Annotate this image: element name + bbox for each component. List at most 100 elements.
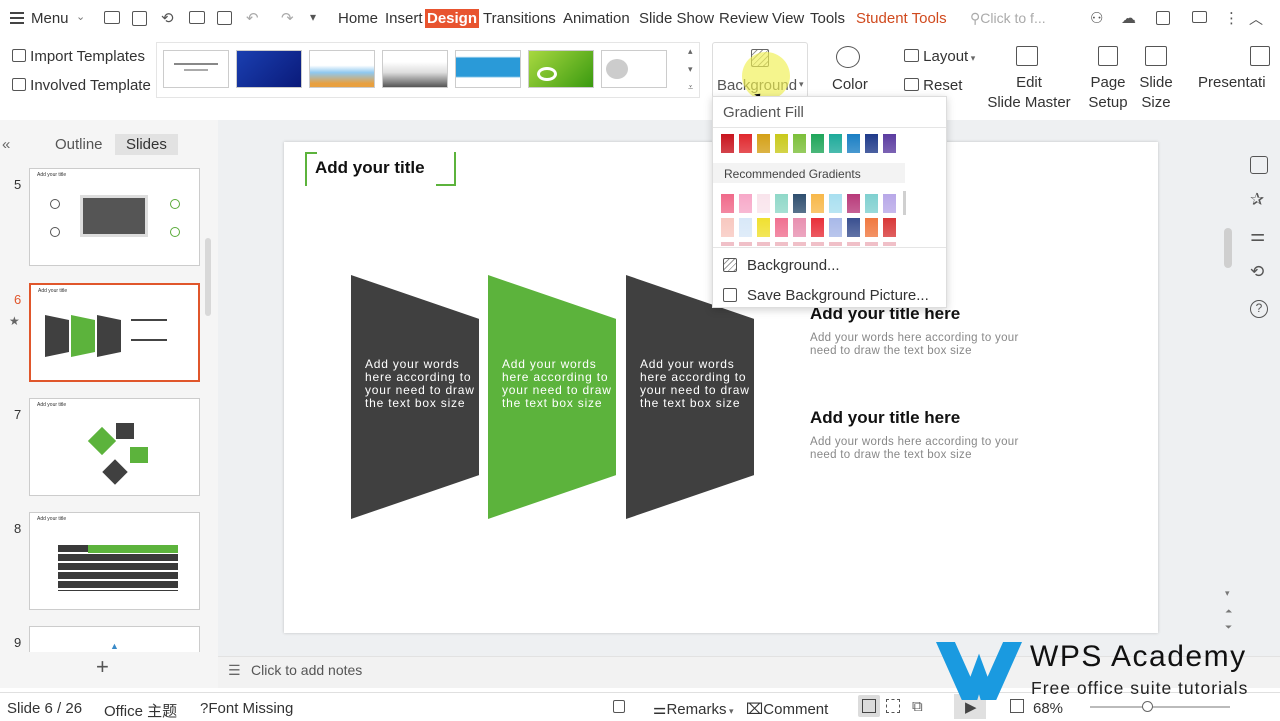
open-folder-icon[interactable] — [104, 11, 120, 24]
color-swatch[interactable] — [847, 218, 860, 237]
share-user-icon[interactable]: ⚇ — [1090, 9, 1103, 27]
slide-thumbnail-9[interactable]: ▲ — [29, 626, 200, 652]
tab-outline[interactable]: Outline — [55, 136, 103, 153]
collapse-panel-icon[interactable]: « — [2, 136, 10, 153]
magic-icon[interactable]: ✰ — [1250, 190, 1264, 210]
presentation-tools-button[interactable]: Presentati — [1196, 44, 1280, 116]
history-icon[interactable]: ⟲ — [1250, 262, 1264, 282]
more-icon[interactable]: ⋮ — [1224, 9, 1239, 27]
color-swatch[interactable] — [757, 218, 770, 237]
gallery-more-icon[interactable]: ⩡ — [688, 82, 693, 93]
gradient-scrollbar[interactable] — [903, 191, 906, 215]
print-preview-icon[interactable] — [217, 11, 232, 25]
slide-thumbnail-8[interactable]: Add your title — [29, 512, 200, 610]
slide-sorter-icon[interactable] — [886, 699, 900, 713]
slide-title[interactable]: Add your title — [315, 158, 425, 178]
color-swatch[interactable] — [865, 194, 878, 213]
color-swatch[interactable] — [883, 134, 896, 153]
color-swatch[interactable] — [721, 194, 734, 213]
color-swatch[interactable] — [721, 134, 734, 153]
comment-icon[interactable] — [1192, 11, 1207, 23]
color-swatch[interactable] — [847, 194, 860, 213]
redo-icon[interactable]: ↷ — [281, 9, 294, 27]
item-2-text[interactable]: Add your words here according to your ne… — [810, 436, 1020, 462]
scroll-down-icon[interactable]: ▾ — [1225, 588, 1230, 599]
fit-window-icon[interactable] — [1010, 699, 1024, 713]
color-swatch[interactable] — [883, 194, 896, 213]
chevron-down-icon[interactable]: ⌄ — [76, 10, 85, 23]
color-swatch[interactable] — [757, 134, 770, 153]
color-swatch[interactable] — [775, 218, 788, 237]
template-thumb-6[interactable] — [528, 50, 594, 88]
tab-transitions[interactable]: Transitions — [483, 10, 556, 27]
tab-tools[interactable]: Tools — [810, 10, 845, 27]
background-menu-item[interactable]: Background... — [713, 252, 946, 280]
template-thumb-3[interactable] — [309, 50, 375, 88]
customize-icon[interactable]: ▾ — [310, 10, 316, 24]
layout-button[interactable]: Layout ▾ — [904, 48, 975, 65]
color-swatch[interactable] — [829, 194, 842, 213]
involved-template-button[interactable]: Involved Template — [12, 77, 151, 94]
hamburger-icon[interactable] — [10, 12, 24, 24]
slide-thumbnail-6[interactable]: Add your title — [29, 283, 200, 382]
tab-animation[interactable]: Animation — [563, 10, 630, 27]
tab-insert[interactable]: Insert — [385, 10, 423, 27]
color-swatch[interactable] — [721, 218, 734, 237]
color-swatch[interactable] — [883, 218, 896, 237]
gallery-up-icon[interactable]: ▴ — [688, 46, 693, 57]
color-swatch[interactable] — [811, 218, 824, 237]
comment-button[interactable]: ⌧Comment — [746, 700, 828, 718]
tab-view[interactable]: View — [772, 10, 804, 27]
color-button[interactable]: Color — [822, 42, 878, 98]
tab-student-tools[interactable]: Student Tools — [856, 10, 947, 27]
color-swatch[interactable] — [757, 194, 770, 213]
color-swatch[interactable] — [829, 218, 842, 237]
tab-home[interactable]: Home — [338, 10, 378, 27]
template-thumb-5[interactable] — [455, 50, 521, 88]
template-thumb-4[interactable] — [382, 50, 448, 88]
theme-name[interactable]: Office 主题 — [104, 700, 177, 721]
template-thumb-1[interactable] — [163, 50, 229, 88]
protect-icon[interactable] — [613, 700, 625, 713]
color-swatch[interactable] — [793, 134, 806, 153]
collapse-ribbon-icon[interactable]: ︿ — [1249, 9, 1263, 29]
zoom-level[interactable]: 68% — [1033, 700, 1063, 717]
color-swatch[interactable] — [793, 218, 806, 237]
reset-button[interactable]: Reset — [904, 77, 962, 94]
sidebar-scrollbar[interactable] — [205, 238, 211, 316]
color-swatch[interactable] — [739, 194, 752, 213]
slide-size-button[interactable]: Slide Size — [1136, 44, 1176, 116]
item-1-text[interactable]: Add your words here according to your ne… — [810, 332, 1020, 358]
edit-slide-master-button[interactable]: Edit Slide Master — [986, 44, 1072, 116]
color-swatch[interactable] — [775, 194, 788, 213]
tab-slide-show[interactable]: Slide Show — [639, 10, 714, 27]
color-swatch[interactable] — [811, 134, 824, 153]
share-icon[interactable] — [1156, 11, 1170, 25]
item-2-title[interactable]: Add your title here — [810, 408, 960, 428]
canvas-scrollbar[interactable] — [1224, 228, 1232, 268]
tab-slides[interactable]: Slides — [115, 134, 178, 155]
color-swatch[interactable] — [739, 134, 752, 153]
tab-review[interactable]: Review — [719, 10, 768, 27]
color-swatch[interactable] — [793, 194, 806, 213]
color-swatch[interactable] — [847, 134, 860, 153]
zoom-slider-handle[interactable] — [1142, 701, 1153, 712]
color-swatch[interactable] — [829, 134, 842, 153]
gallery-down-icon[interactable]: ▾ — [688, 64, 693, 75]
font-missing-button[interactable]: ?Font Missing — [200, 700, 293, 717]
cloud-sync-icon[interactable]: ☁ — [1121, 9, 1136, 27]
prev-slide-icon[interactable]: ⏶ — [1225, 606, 1232, 617]
template-thumb-2[interactable] — [236, 50, 302, 88]
reading-view-icon[interactable]: ⧉ — [912, 698, 923, 715]
import-templates-button[interactable]: Import Templates — [12, 48, 145, 65]
print-icon[interactable] — [189, 11, 205, 24]
color-swatch[interactable] — [865, 218, 878, 237]
undo-icon[interactable]: ↶ — [246, 9, 259, 27]
search-box[interactable]: ⚲Click to f... — [970, 10, 1046, 27]
save-background-picture-item[interactable]: Save Background Picture... — [713, 282, 946, 310]
slide-thumbnail-7[interactable]: Add your title — [29, 398, 200, 496]
slide-thumbnail-5[interactable]: Add your title — [29, 168, 200, 266]
normal-view-button[interactable] — [858, 695, 880, 717]
add-slide-icon[interactable]: + — [96, 654, 109, 680]
color-swatch[interactable] — [775, 134, 788, 153]
